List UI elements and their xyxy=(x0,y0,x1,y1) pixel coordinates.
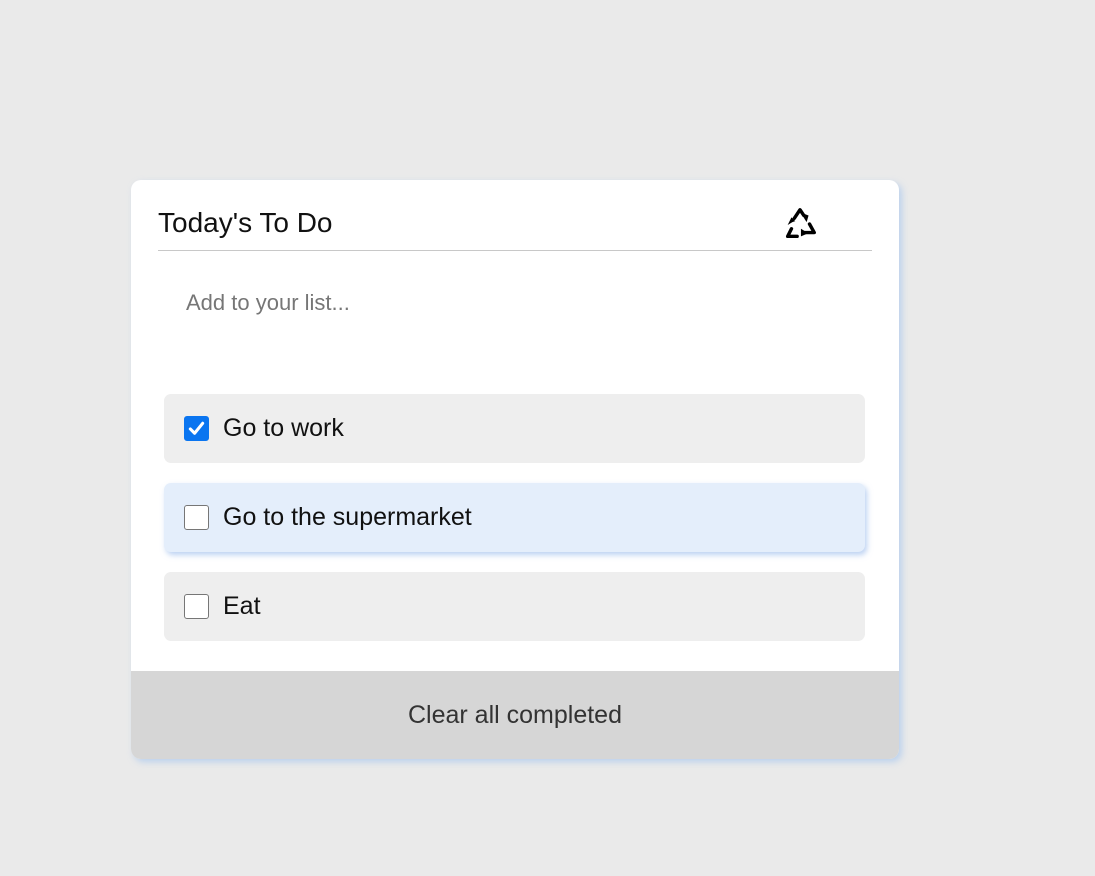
todo-item[interactable]: Go to work xyxy=(164,394,865,463)
todo-label: Go to the supermarket xyxy=(223,503,472,531)
todo-checkbox[interactable] xyxy=(184,505,209,530)
todo-label: Go to work xyxy=(223,414,344,442)
add-todo-input[interactable] xyxy=(186,285,826,321)
todo-item[interactable]: Go to the supermarket xyxy=(164,483,865,552)
todo-list: Go to work Go to the supermarket Eat xyxy=(164,394,865,661)
recycle-icon xyxy=(781,205,819,243)
todo-card: Today's To Do Add to your list... Go to … xyxy=(131,180,899,759)
todo-label: Eat xyxy=(223,592,261,620)
todo-checkbox[interactable] xyxy=(184,594,209,619)
clear-completed-label: Clear all completed xyxy=(408,700,622,729)
page-title: Today's To Do xyxy=(158,207,333,238)
checkmark-icon xyxy=(188,421,205,435)
clear-completed-button[interactable]: Clear all completed xyxy=(131,671,899,759)
todo-checkbox[interactable] xyxy=(184,416,209,441)
recycle-button[interactable] xyxy=(780,204,820,244)
todo-item[interactable]: Eat xyxy=(164,572,865,641)
